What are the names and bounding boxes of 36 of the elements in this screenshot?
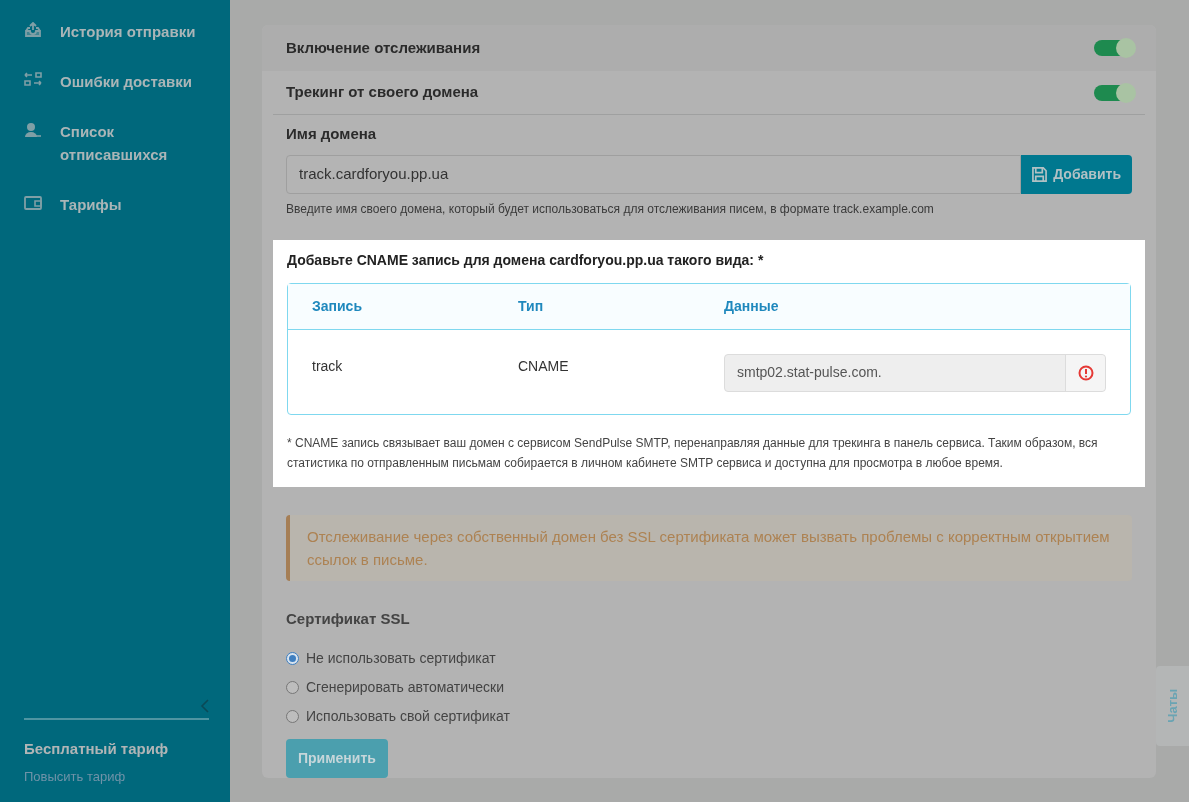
domain-input-field[interactable]: track.cardforyou.pp.ua xyxy=(286,154,1022,194)
wallet-icon xyxy=(24,195,42,211)
radio-button[interactable] xyxy=(286,681,299,694)
radio-button[interactable] xyxy=(286,710,299,723)
upload-tray-icon xyxy=(24,22,42,38)
field-label: Имя домена xyxy=(286,124,378,144)
collapse-chevron-icon[interactable] xyxy=(200,698,210,714)
field-hint: Введите имя своего домена, который будет использоваться для отслеживания писем, в формате track.example.com xyxy=(286,200,935,218)
sidebar-item[interactable]: Список отписавшихся xyxy=(60,120,210,166)
add-button[interactable]: Добавить xyxy=(1021,154,1132,194)
column-header: Запись xyxy=(312,298,362,314)
table-cell-text: track xyxy=(312,356,343,374)
data-value-field[interactable]: smtp02.stat-pulse.com. xyxy=(724,353,1106,392)
toggle-label: Трекинг от своего домена xyxy=(286,82,479,103)
cname-note: * CNAME запись связывает ваш домен с сервисом SendPulse SMTP, перенаправляя данные для трекинга в панель сервиса. Таким образом, вся статистика по отправленным письмам собирается в личном кабинете SMTP сервиса и доступна для просмотра в любое время. xyxy=(287,434,1099,472)
radio-label: Использовать свой сертификат xyxy=(306,707,510,726)
cname-title: Добавьте CNAME запись для домена cardforyou.pp.ua такого вида: * xyxy=(287,250,765,270)
plan-name: Бесплатный тариф xyxy=(24,739,169,759)
save-icon xyxy=(1032,166,1048,182)
section-title: Сертификат SSL xyxy=(286,608,411,629)
user-minus-icon xyxy=(24,122,42,138)
radio-label: Сгенерировать автоматически xyxy=(306,678,505,697)
column-header: Данные xyxy=(724,298,779,314)
upgrade-plan-link[interactable]: Повысить тариф xyxy=(24,766,210,786)
apply-button[interactable]: Применить xyxy=(286,739,388,778)
toggle-label: Включение отслеживания xyxy=(286,37,481,58)
table-cell-text: CNAME xyxy=(518,356,569,374)
warning-message: Отслеживание через собственный домен без SSL сертификата может вызвать проблемы с корректным открытием ссылок в письме. xyxy=(307,526,1111,570)
column-header: Тип xyxy=(518,298,544,314)
sidebar-item[interactable]: Ошибки доставки xyxy=(60,70,210,93)
warning-icon xyxy=(1077,364,1094,381)
radio-label: Не использовать сертификат xyxy=(306,649,496,668)
sidebar-item[interactable]: Тарифы xyxy=(60,193,210,216)
radio-button[interactable] xyxy=(286,652,299,665)
swap-arrows-icon xyxy=(24,72,42,86)
sidebar-item[interactable]: История отправки xyxy=(60,20,210,43)
